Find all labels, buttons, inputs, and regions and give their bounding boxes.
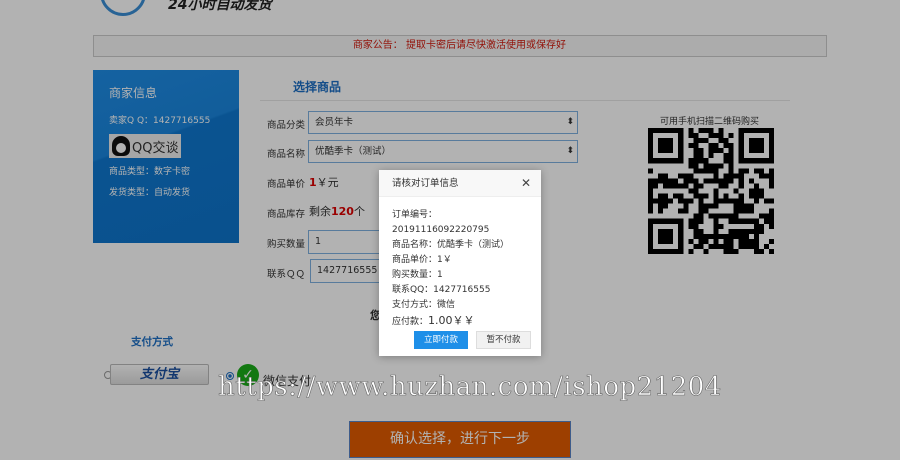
order-line: 商品名称：优酷季卡（测试） — [392, 240, 510, 250]
order-line: 购买数量：1 — [392, 270, 443, 280]
order-line: 支付方式：微信 — [392, 300, 456, 310]
close-icon[interactable]: ✕ — [521, 176, 531, 190]
amount-value: 1.00￥￥ — [428, 314, 475, 327]
amount-line: 应付款：1.00￥￥ — [392, 313, 528, 330]
dialog-title: 请核对订单信息 — [379, 170, 541, 197]
order-line: 订单编号：20191116092220795 — [392, 210, 490, 235]
pay-now-button[interactable]: 立即付款 — [414, 331, 468, 349]
order-confirm-dialog: 请核对订单信息 ✕ 订单编号：20191116092220795 商品名称：优酷… — [379, 170, 541, 356]
amount-label: 应付款： — [392, 317, 429, 327]
order-line: 商品单价：1￥ — [392, 255, 452, 265]
dialog-body: 订单编号：20191116092220795 商品名称：优酷季卡（测试） 商品单… — [379, 197, 541, 330]
watermark: https://www.huzhan.com/ishop21204 — [218, 372, 722, 403]
order-line: 联系QQ：1427716555 — [392, 285, 491, 295]
pay-later-button[interactable]: 暂不付款 — [476, 331, 531, 349]
